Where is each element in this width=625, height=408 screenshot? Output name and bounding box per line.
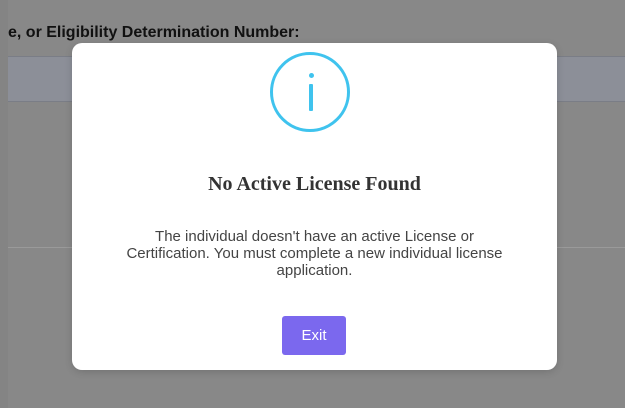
info-dialog: No Active License Found The individual d…	[72, 43, 557, 370]
background-field-label: e, or Eligibility Determination Number:	[8, 24, 300, 41]
dialog-title: No Active License Found	[208, 173, 421, 195]
page-left-edge	[0, 0, 8, 408]
exit-button[interactable]: Exit	[282, 316, 346, 355]
info-icon-dot	[309, 73, 314, 78]
dialog-message: The individual doesn't have an active Li…	[126, 228, 503, 279]
info-icon	[270, 52, 350, 132]
info-icon-stem	[309, 84, 313, 111]
